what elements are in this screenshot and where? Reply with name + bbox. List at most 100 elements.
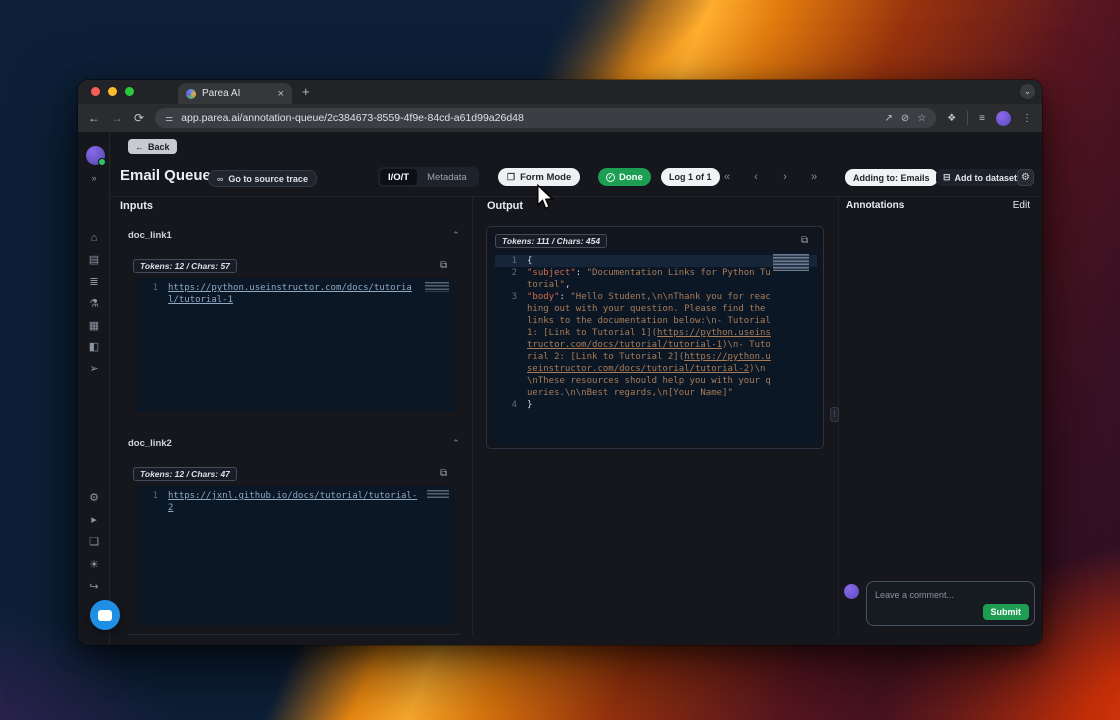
done-button[interactable]: ✓ Done [598, 168, 651, 186]
output-tokens-badge: Tokens: 111 / Chars: 454 [495, 234, 607, 248]
doc-link1-minimap [425, 282, 449, 292]
app-sidebar: » ⌂ ▤ ≣ ⚗ ▦ ◧ ➢ ⚙ ▸ ❏ ☀ ↪ [78, 132, 110, 645]
sidebar-item-home[interactable]: ⌂ [78, 232, 110, 244]
last-log-icon[interactable]: » [806, 171, 822, 183]
page-title: Email Queue [120, 167, 211, 184]
add-to-dataset-button[interactable]: ⊟ Add to dataset [936, 169, 1024, 186]
comment-box: Submit [866, 581, 1035, 626]
doc-link1-label: doc_link1 [128, 230, 172, 241]
adding-to-emails-button[interactable]: Adding to: Emails [845, 169, 938, 186]
chat-icon [98, 610, 112, 621]
url-text[interactable]: app.parea.ai/annotation-queue/2c384673-8… [181, 112, 876, 124]
sidebar-item-tutorials[interactable]: ▸ [78, 514, 110, 526]
reading-list-icon[interactable]: ≡ [979, 113, 985, 124]
first-log-icon[interactable]: « [719, 171, 735, 183]
user-avatar[interactable] [86, 146, 105, 165]
view-mode-tabs: I/O/T Metadata [378, 167, 479, 187]
back-arrow-icon: ← [135, 142, 144, 152]
forward-nav-icon[interactable]: → [111, 111, 123, 125]
go-to-source-trace-button[interactable]: ∞ Go to source trace [208, 170, 317, 187]
send-to-device-icon[interactable]: ↗ [884, 113, 892, 124]
next-log-icon[interactable]: › [777, 171, 793, 183]
form-mode-label: Form Mode [520, 172, 571, 183]
link-icon: ∞ [217, 174, 223, 184]
panel-resize-handle[interactable]: ⋮ [830, 407, 839, 422]
sidebar-item-logout[interactable]: ↪ [78, 581, 110, 593]
annotations-heading: Annotations [846, 200, 904, 211]
log-counter-label: Log 1 of 1 [669, 172, 712, 182]
sidebar-item-logs[interactable]: ▤ [78, 254, 110, 266]
tab-strip-chevron-icon[interactable]: ⌄ [1020, 84, 1035, 99]
doc-link1-editor[interactable]: 1https://python.useinstructor.com/docs/t… [136, 278, 455, 412]
sidebar-item-settings[interactable]: ⚙ [78, 492, 110, 504]
output-minimap [773, 254, 809, 271]
sidebar-item-deploy[interactable]: ➢ [78, 363, 110, 375]
comment-avatar [844, 584, 859, 599]
output-editor[interactable]: 1{2"subject": "Documentation Links for P… [495, 251, 817, 444]
document-icon: ❐ [507, 172, 515, 183]
tab-iot[interactable]: I/O/T [380, 169, 417, 185]
toolbar-separator [967, 111, 968, 125]
close-window-button[interactable] [91, 87, 100, 96]
source-trace-label: Go to source trace [228, 174, 308, 184]
sidebar-item-evals[interactable]: ◧ [78, 341, 110, 353]
header-divider [110, 196, 1042, 197]
doc-link1-copy-icon[interactable]: ⧉ [440, 260, 447, 271]
sidebar-item-datasets[interactable]: ≣ [78, 276, 110, 288]
extensions-icon[interactable]: ❖ [947, 113, 956, 124]
output-heading: Output [487, 200, 523, 212]
chat-widget-button[interactable] [90, 600, 120, 630]
doc-link2-copy-icon[interactable]: ⧉ [440, 468, 447, 479]
back-button[interactable]: ← Back [128, 139, 177, 154]
doc-link2-tokens-badge: Tokens: 12 / Chars: 47 [133, 467, 237, 481]
mouse-cursor [535, 184, 555, 210]
reload-icon[interactable]: ⟳ [134, 111, 144, 125]
sidebar-item-experiments[interactable]: ⚗ [78, 298, 110, 310]
parea-favicon [186, 89, 196, 99]
fullscreen-window-button[interactable] [125, 87, 134, 96]
output-card: Tokens: 111 / Chars: 454 ⧉ 1{2"subject":… [486, 226, 824, 449]
annotations-edit-link[interactable]: Edit [1013, 200, 1030, 211]
doc-link2-minimap [427, 490, 449, 498]
back-button-label: Back [148, 142, 170, 152]
browser-tab[interactable]: Parea AI × [178, 83, 292, 104]
queue-settings-button[interactable]: ⚙ [1017, 169, 1034, 186]
tab-close-icon[interactable]: × [278, 88, 284, 100]
doc-link2-label: doc_link2 [128, 438, 172, 449]
back-nav-icon[interactable]: ← [88, 111, 100, 125]
previous-log-icon[interactable]: ‹ [748, 171, 764, 183]
bookmark-star-icon[interactable]: ☆ [917, 113, 926, 124]
done-label: Done [619, 172, 643, 183]
browser-menu-kebab-icon[interactable]: ⋮ [1022, 113, 1032, 124]
sidebar-item-docs[interactable]: ❏ [78, 536, 110, 548]
new-tab-button[interactable]: + [302, 84, 310, 99]
check-circle-icon: ✓ [606, 173, 615, 182]
add-to-dataset-label: Add to dataset [955, 173, 1018, 183]
browser-toolbar: ← → ⟳ ⚌ app.parea.ai/annotation-queue/2c… [78, 104, 1042, 132]
tab-metadata[interactable]: Metadata [417, 169, 477, 185]
log-counter-button[interactable]: Log 1 of 1 [661, 168, 720, 186]
sidebar-item-theme[interactable]: ☀ [78, 559, 110, 571]
doc-link2-collapse-icon[interactable]: ⌃ [452, 438, 460, 449]
browser-profile-avatar[interactable] [996, 111, 1011, 126]
dataset-icon: ⊟ [943, 172, 951, 183]
column-divider-1 [472, 197, 473, 635]
adding-to-label: Adding to: Emails [853, 173, 930, 183]
url-bar[interactable]: ⚌ app.parea.ai/annotation-queue/2c384673… [155, 108, 936, 128]
output-copy-icon[interactable]: ⧉ [801, 235, 808, 246]
browser-window: Parea AI × + ⌄ ← → ⟳ ⚌ app.parea.ai/anno… [78, 80, 1042, 645]
site-settings-icon[interactable]: ⚌ [165, 113, 173, 124]
sidebar-item-gallery[interactable]: ▦ [78, 320, 110, 332]
doc-link2-editor[interactable]: 1https://jxnl.github.io/docs/tutorial/tu… [136, 486, 455, 625]
minimize-window-button[interactable] [108, 87, 117, 96]
sidebar-expand-icon[interactable]: » [78, 172, 110, 184]
gear-icon: ⚙ [1021, 172, 1030, 183]
submit-comment-button[interactable]: Submit [983, 604, 1030, 620]
inputs-divider [128, 634, 460, 635]
inputs-heading: Inputs [120, 200, 153, 212]
eye-off-icon[interactable]: ⊘ [901, 113, 909, 124]
doc-link1-collapse-icon[interactable]: ⌃ [452, 230, 460, 241]
tab-strip: Parea AI × + ⌄ [78, 80, 1042, 104]
tab-title: Parea AI [202, 88, 272, 99]
doc-link1-tokens-badge: Tokens: 12 / Chars: 57 [133, 259, 237, 273]
